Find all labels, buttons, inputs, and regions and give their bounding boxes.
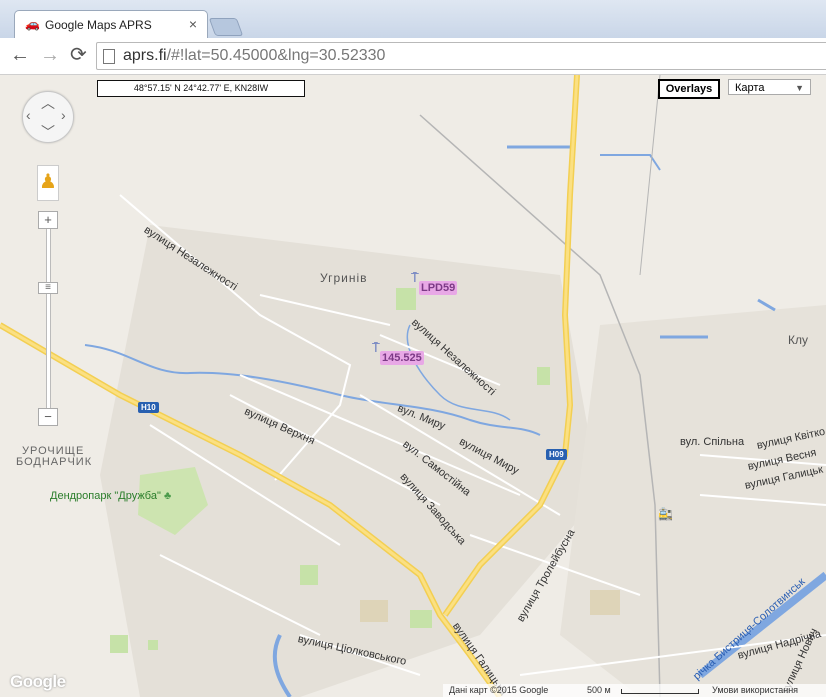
map-type-select[interactable]: Карта ▼	[728, 79, 811, 95]
coordinates-readout: 48°57.15' N 24°42.77' E, KN28IW	[97, 80, 305, 97]
car-icon: 🚗	[25, 17, 40, 31]
zoom-slider-track[interactable]	[46, 219, 51, 421]
antenna-icon[interactable]: ⍑	[411, 270, 419, 286]
station-label-145525[interactable]: 145.525	[380, 351, 424, 365]
google-logo: Google	[10, 672, 66, 691]
tab-title: Google Maps APRS	[45, 18, 152, 32]
reload-icon[interactable]: ⟳	[70, 45, 87, 65]
overlays-button[interactable]: Overlays	[658, 79, 720, 99]
dendropark-label: Дендропарк "Дружба" ♣	[50, 490, 172, 502]
place-label-klu: Клу	[788, 333, 808, 347]
map-type-value: Карта	[735, 82, 765, 94]
map-canvas[interactable]: 48°57.15' N 24°42.77' E, KN28IW Overlays…	[0, 75, 826, 697]
forward-icon[interactable]: →	[40, 45, 60, 65]
back-icon[interactable]: ←	[10, 45, 30, 65]
scale-label: 500 м	[587, 685, 611, 695]
pan-left-icon[interactable]: ‹	[26, 107, 31, 123]
street-label: вул. Спільна	[680, 436, 745, 448]
village-label: Угринів	[320, 271, 368, 285]
zoom-in-button[interactable]: +	[38, 211, 58, 229]
pan-down-icon[interactable]: ﹀	[41, 122, 55, 142]
address-bar[interactable]: aprs.fi/#!lat=50.45000&lng=30.52330	[96, 42, 826, 70]
bodnarchyk-label: БОДНАРЧИК	[16, 456, 93, 468]
chevron-down-icon: ▼	[795, 83, 804, 93]
street-view-pegman-icon[interactable]: ♟	[37, 165, 59, 201]
antenna-icon[interactable]: ⍑	[372, 340, 380, 356]
terms-link[interactable]: Умови використання	[712, 685, 798, 695]
browser-toolbar: ← → ⟳ aprs.fi/#!lat=50.45000&lng=30.5233…	[0, 38, 826, 75]
zoom-out-button[interactable]: −	[38, 408, 58, 426]
road-shield: H09	[546, 449, 567, 460]
page-icon	[103, 49, 115, 64]
railway-station-icon: 🚉	[658, 507, 673, 521]
new-tab-button[interactable]	[208, 18, 244, 36]
close-icon[interactable]: ×	[189, 16, 197, 32]
scale-bar	[621, 689, 699, 694]
tab-strip: 🚗 Google Maps APRS ×	[0, 0, 826, 39]
park-icon: ♣	[163, 490, 172, 502]
pan-control[interactable]: ︿ ﹀ ‹ ›	[22, 91, 74, 143]
zoom-slider-thumb[interactable]: ≡	[38, 282, 58, 294]
browser-tab[interactable]: 🚗 Google Maps APRS ×	[14, 10, 208, 39]
map-graphics	[0, 75, 826, 697]
url-text: aprs.fi/#!lat=50.45000&lng=30.52330	[123, 47, 386, 64]
pan-up-icon[interactable]: ︿	[41, 93, 55, 113]
road-shield: H10	[138, 402, 159, 413]
map-data-credit[interactable]: Дані карт ©2015 Google	[449, 685, 548, 695]
pan-right-icon[interactable]: ›	[61, 107, 66, 123]
station-label-lpd59[interactable]: LPD59	[419, 281, 458, 295]
